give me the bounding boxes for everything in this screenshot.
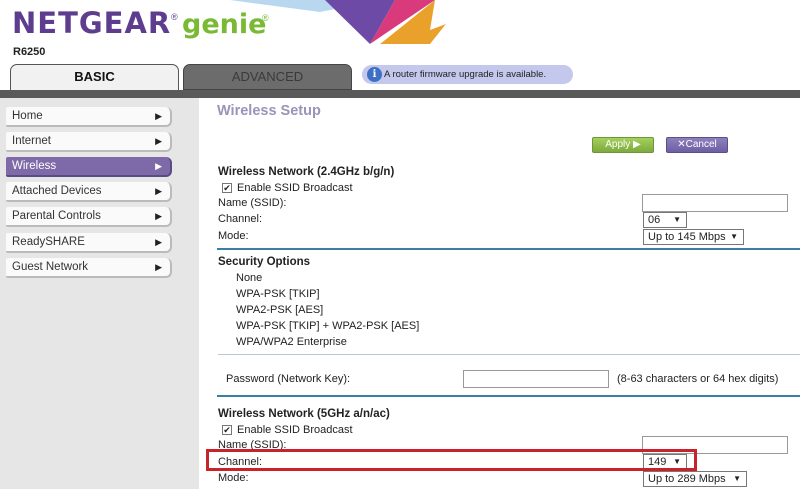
sidebar-item-internet[interactable]: Internet ▶ [6,132,172,152]
channel-label-2ghz: Channel: [218,213,263,225]
sidebar-item-label: Wireless [12,160,57,172]
chevron-down-icon: ▼ [673,215,681,224]
chevron-down-icon: ▼ [730,232,738,241]
password-input[interactable] [463,370,609,388]
tab-advanced[interactable]: ADVANCED [183,64,352,90]
sidebar-item-readyshare[interactable]: ReadySHARE ▶ [6,233,172,253]
sidebar-item-parental-controls[interactable]: Parental Controls ▶ [6,207,172,227]
mode-value-2ghz: Up to 145 Mbps [648,231,726,243]
firmware-upgrade-notice[interactable]: i A router firmware upgrade is available… [362,65,573,84]
sidebar-item-wireless[interactable]: Wireless ▶ [6,157,172,177]
sidebar-item-label: Home [12,110,43,122]
arrow-right-icon: ▶ [155,136,162,146]
security-option-wpa2-psk-aes[interactable]: WPA2-PSK [AES] [236,304,323,316]
firmware-upgrade-text: A router firmware upgrade is available. [384,69,547,80]
password-label: Password (Network Key): [226,373,351,385]
arrow-right-icon: ▶ [155,237,162,247]
section-divider [217,248,800,250]
security-option-wpa-psk-tkip[interactable]: WPA-PSK [TKIP] [236,288,320,300]
info-icon: i [367,67,382,82]
router-model: R6250 [13,46,46,58]
security-option-enterprise[interactable]: WPA/WPA2 Enterprise [236,336,347,348]
cancel-button[interactable]: ✕Cancel [666,137,728,153]
main-content: Wireless Setup Apply ▶ ✕Cancel Wireless … [199,98,800,489]
sidebar: Home ▶ Internet ▶ Wireless ▶ Attached De… [0,98,199,489]
sidebar-item-attached-devices[interactable]: Attached Devices ▶ [6,182,172,202]
tab-basic[interactable]: BASIC [10,64,179,90]
sidebar-item-label: Parental Controls [12,210,101,222]
sidebar-item-label: Internet [12,135,51,147]
sidebar-item-label: Guest Network [12,261,89,273]
arrow-right-icon: ▶ [155,211,162,221]
arrow-right-icon: ▶ [155,262,162,272]
ssid-broadcast-checkbox-5ghz[interactable]: ✔ [222,425,232,435]
ssid-broadcast-checkbox-2ghz[interactable]: ✔ [222,183,232,193]
channel-highlight-box [206,449,697,471]
tab-bar-divider [0,90,800,98]
netgear-registered-mark: ® [171,12,178,22]
sidebar-item-label: ReadySHARE [12,236,85,248]
channel-select-2ghz[interactable]: 06 ▼ [643,212,687,228]
security-option-wpa-wpa2-mixed[interactable]: WPA-PSK [TKIP] + WPA2-PSK [AES] [236,320,419,332]
mode-label-2ghz: Mode: [218,230,249,242]
mode-select-5ghz[interactable]: Up to 289 Mbps ▼ [643,471,747,487]
decorative-graphic [230,0,510,44]
section-title-2ghz: Wireless Network (2.4GHz b/g/n) [218,166,395,178]
header: NETGEAR ® genie ® R6250 [0,0,800,64]
section-divider [217,395,800,397]
arrow-right-icon: ▶ [155,161,162,171]
ssid-name-input-2ghz[interactable] [642,194,788,212]
channel-value-2ghz: 06 [648,214,661,226]
security-option-none[interactable]: None [236,272,262,284]
arrow-right-icon: ▶ [155,186,162,196]
arrow-right-icon: ▶ [155,111,162,121]
sidebar-item-home[interactable]: Home ▶ [6,107,172,127]
section-divider [218,354,800,355]
apply-button[interactable]: Apply ▶ [592,137,654,153]
password-hint: (8-63 characters or 64 hex digits) [617,373,779,385]
section-title-5ghz: Wireless Network (5GHz a/n/ac) [218,408,390,420]
mode-label-5ghz: Mode: [218,472,249,484]
sidebar-item-label: Attached Devices [12,185,102,197]
ssid-broadcast-label-5ghz: Enable SSID Broadcast [237,424,353,436]
section-title-security: Security Options [218,256,311,268]
chevron-down-icon: ▼ [733,474,741,483]
ssid-name-label-2ghz: Name (SSID): [218,197,287,209]
page-title: Wireless Setup [217,103,321,119]
netgear-logo: NETGEAR [12,6,172,40]
mode-value-5ghz: Up to 289 Mbps [648,473,726,485]
sidebar-item-guest-network[interactable]: Guest Network ▶ [6,258,172,278]
ssid-broadcast-label-2ghz: Enable SSID Broadcast [237,182,353,194]
mode-select-2ghz[interactable]: Up to 145 Mbps ▼ [643,229,744,245]
